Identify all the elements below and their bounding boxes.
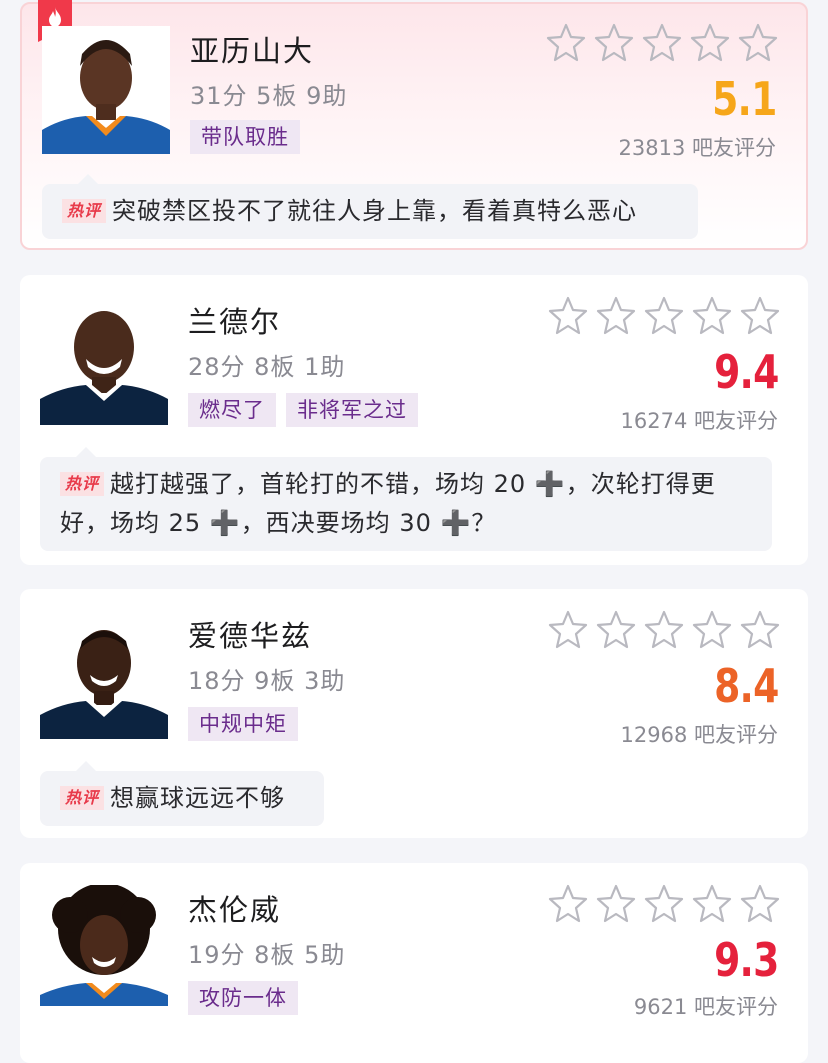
star-outline-icon[interactable] [594, 22, 634, 62]
hot-comment-badge: 热评 [60, 472, 105, 496]
star-outline-icon[interactable] [644, 295, 684, 335]
hot-comment-badge: 热评 [60, 786, 105, 810]
star-outline-icon[interactable] [546, 22, 586, 62]
hot-comment[interactable]: 热评 越打越强了，首轮打的不错，场均 20 ➕，次轮打得更好，场均 25 ➕，西决… [40, 447, 772, 551]
player-stats: 18分 9板 3助 [188, 667, 346, 695]
rating-count: 9621 吧友评分 [633, 995, 778, 1019]
star-outline-icon[interactable] [740, 295, 780, 335]
tag[interactable]: 中规中矩 [188, 707, 298, 741]
star-outline-icon[interactable] [596, 609, 636, 649]
comment-text: 突破禁区投不了就往人身上靠，看着真特么恶心 [112, 197, 638, 225]
comment-text: ，西决要场均 30 [240, 509, 441, 537]
tag-list: 带队取胜 [190, 120, 300, 154]
score: 8.4 [713, 659, 779, 713]
tag[interactable]: 非将军之过 [286, 393, 418, 427]
star-outline-icon[interactable] [596, 295, 636, 335]
star-outline-icon[interactable] [692, 883, 732, 923]
star-rating[interactable] [546, 22, 778, 62]
player-stats: 28分 8板 1助 [188, 353, 346, 381]
star-outline-icon[interactable] [738, 22, 778, 62]
player-name[interactable]: 杰伦威 [188, 887, 281, 929]
star-outline-icon[interactable] [740, 883, 780, 923]
star-outline-icon[interactable] [644, 609, 684, 649]
star-rating[interactable] [548, 883, 780, 923]
star-outline-icon[interactable] [548, 609, 588, 649]
player-card[interactable]: 兰德尔 28分 8板 1助 燃尽了 非将军之过 9.4 16274 吧友评分 热… [20, 275, 808, 565]
plus-icon: ➕ [440, 509, 472, 537]
avatar [40, 611, 168, 739]
star-outline-icon[interactable] [692, 295, 732, 335]
hot-comment[interactable]: 热评 想赢球远远不够 [40, 761, 324, 826]
plus-icon: ➕ [534, 470, 566, 498]
star-outline-icon[interactable] [548, 883, 588, 923]
tag-list: 攻防一体 [188, 981, 298, 1015]
star-outline-icon[interactable] [690, 22, 730, 62]
star-outline-icon[interactable] [642, 22, 682, 62]
player-card[interactable]: 亚历山大 31分 5板 9助 带队取胜 5.1 23813 吧友评分 热评 突破禁… [20, 0, 808, 250]
tag[interactable]: 攻防一体 [188, 981, 298, 1015]
player-card[interactable]: 杰伦威 19分 8板 5助 攻防一体 9.3 9621 吧友评分 [20, 863, 808, 1063]
fire-icon [49, 7, 61, 27]
star-outline-icon[interactable] [596, 883, 636, 923]
star-outline-icon[interactable] [692, 609, 732, 649]
plus-icon: ➕ [209, 509, 241, 537]
star-outline-icon[interactable] [740, 609, 780, 649]
star-outline-icon[interactable] [548, 295, 588, 335]
star-outline-icon[interactable] [644, 883, 684, 923]
rating-count: 12968 吧友评分 [620, 723, 778, 747]
rating-count: 16274 吧友评分 [620, 409, 778, 433]
tag[interactable]: 燃尽了 [188, 393, 276, 427]
player-name[interactable]: 兰德尔 [188, 299, 281, 341]
score: 5.1 [711, 72, 777, 126]
hot-comment-badge: 热评 [62, 199, 107, 223]
star-rating[interactable] [548, 295, 780, 335]
hot-comment[interactable]: 热评 突破禁区投不了就往人身上靠，看着真特么恶心 [42, 174, 698, 239]
player-name[interactable]: 爱德华兹 [188, 613, 312, 655]
comment-text: ？ [471, 509, 497, 537]
avatar [40, 885, 168, 1006]
player-card[interactable]: 爱德华兹 18分 9板 3助 中规中矩 8.4 12968 吧友评分 热评 想赢球… [20, 589, 808, 838]
tag[interactable]: 带队取胜 [190, 120, 300, 154]
player-stats: 19分 8板 5助 [188, 941, 346, 969]
tag-list: 中规中矩 [188, 707, 298, 741]
avatar [42, 26, 170, 154]
player-stats: 31分 5板 9助 [190, 82, 348, 110]
score: 9.3 [713, 933, 779, 987]
score: 9.4 [713, 345, 779, 399]
comment-text: 越打越强了，首轮打的不错，场均 20 [110, 470, 535, 498]
player-name[interactable]: 亚历山大 [190, 28, 314, 70]
avatar [40, 297, 168, 425]
star-rating[interactable] [548, 609, 780, 649]
tag-list: 燃尽了 非将军之过 [188, 393, 418, 427]
comment-text: 想赢球远远不够 [110, 784, 286, 812]
rating-count: 23813 吧友评分 [618, 136, 776, 160]
